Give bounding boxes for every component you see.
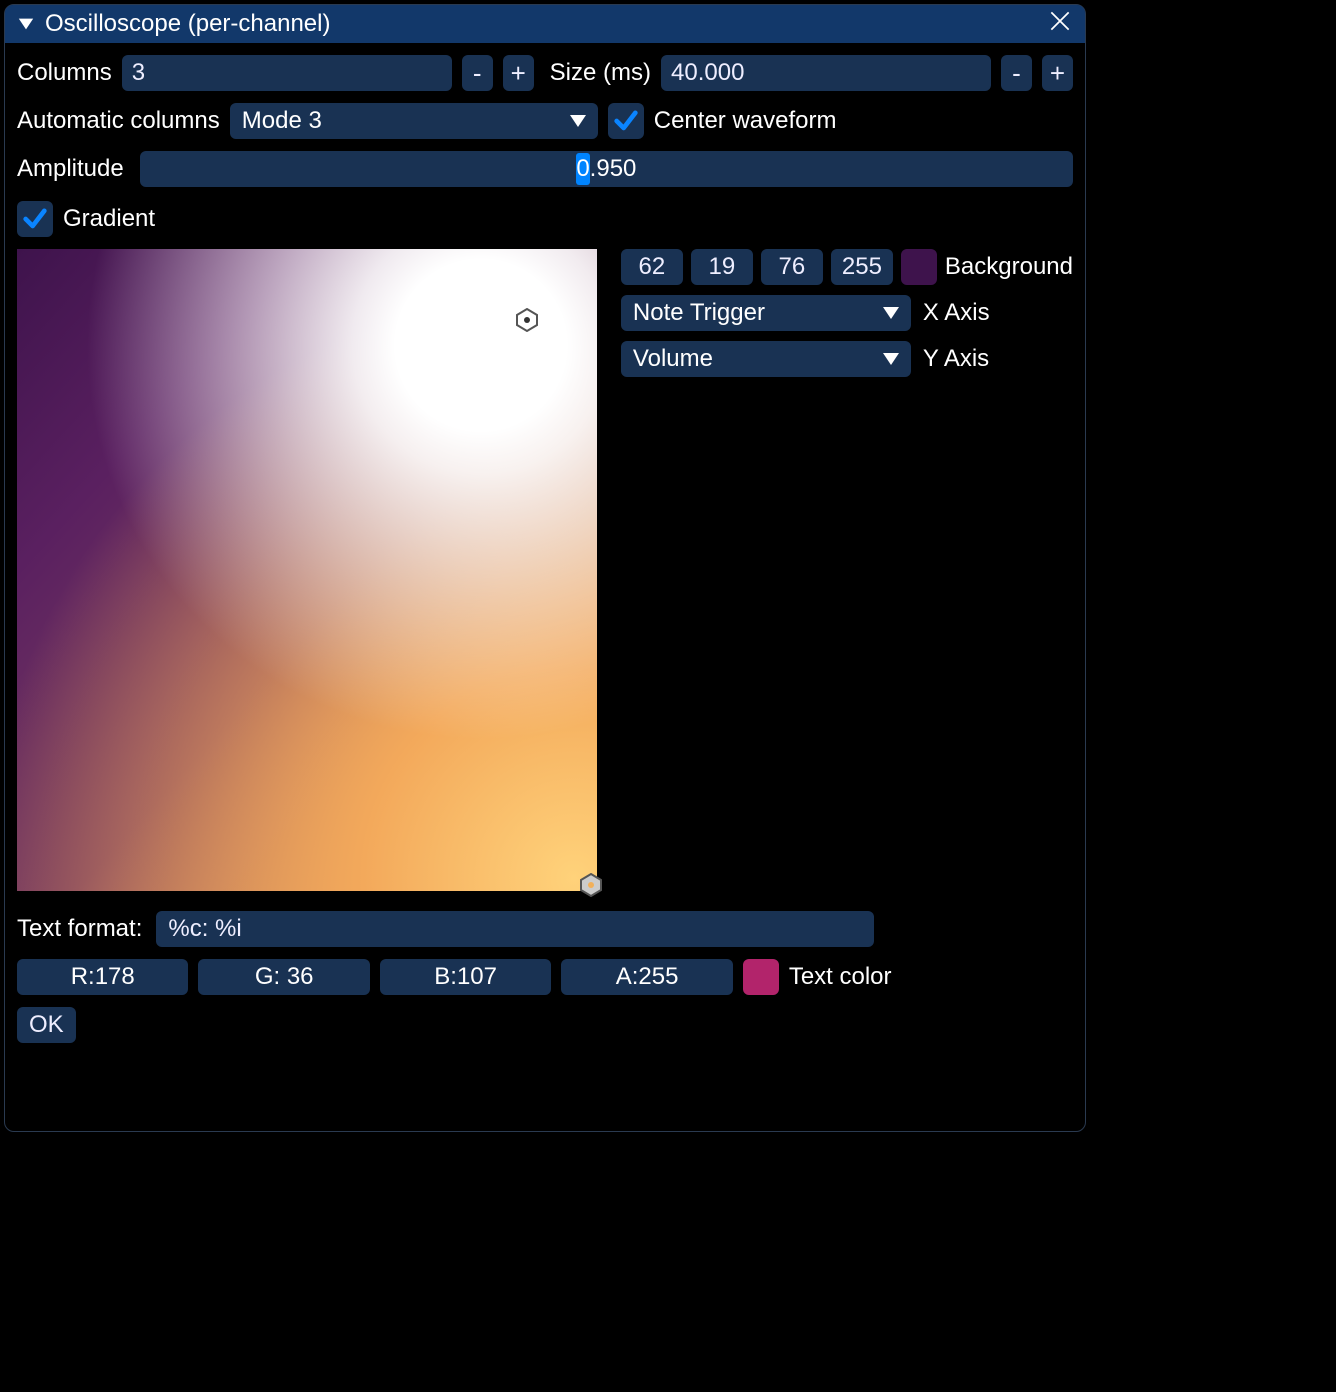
columns-label: Columns [17,59,112,87]
text-color-label: Text color [789,963,892,991]
size-minus-button[interactable]: - [1001,55,1032,91]
background-label: Background [945,253,1073,281]
ok-row: OK [17,1007,1073,1043]
columns-plus-button[interactable]: + [503,55,534,91]
x-axis-label: X Axis [923,299,990,327]
window-title: Oscilloscope (per-channel) [45,10,330,38]
columns-input[interactable] [122,55,452,91]
y-axis-row: Volume Y Axis [621,341,1073,377]
gradient-area: 62 19 76 255 Background Note Trigger X A… [17,249,1073,891]
text-g[interactable]: G: 36 [198,959,369,995]
bg-swatch[interactable] [901,249,937,285]
text-color-swatch[interactable] [743,959,779,995]
bg-g[interactable]: 19 [691,249,753,285]
amplitude-row: Amplitude 0.950 [17,151,1073,187]
gradient-handle-1[interactable] [579,873,603,897]
right-panel: 62 19 76 255 Background Note Trigger X A… [621,249,1073,377]
bg-b[interactable]: 76 [761,249,823,285]
chevron-down-icon [881,303,901,323]
close-icon[interactable] [1047,8,1073,41]
text-color-row: R:178 G: 36 B:107 A:255 Text color [17,959,1073,995]
text-b[interactable]: B:107 [380,959,551,995]
bg-a[interactable]: 255 [831,249,893,285]
columns-minus-button[interactable]: - [462,55,493,91]
chevron-down-icon [568,111,588,131]
ok-button[interactable]: OK [17,1007,76,1043]
amplitude-value: 0.950 [576,155,636,183]
collapse-icon[interactable] [17,15,35,33]
size-label: Size (ms) [550,59,651,87]
oscilloscope-window: Oscilloscope (per-channel) Columns - + S… [4,4,1086,1132]
gradient-handle-0[interactable] [515,308,539,332]
background-rgba-row: 62 19 76 255 Background [621,249,1073,285]
bg-r[interactable]: 62 [621,249,683,285]
x-axis-value: Note Trigger [633,299,765,327]
gradient-label: Gradient [63,205,155,233]
x-axis-row: Note Trigger X Axis [621,295,1073,331]
columns-size-row: Columns - + Size (ms) - + [17,55,1073,91]
text-r[interactable]: R:178 [17,959,188,995]
content: Columns - + Size (ms) - + Automatic colu… [5,43,1085,1055]
center-waveform-checkbox[interactable] [608,103,644,139]
center-waveform-label: Center waveform [654,107,837,135]
gradient-checkbox[interactable] [17,201,53,237]
x-axis-select[interactable]: Note Trigger [621,295,911,331]
size-input[interactable] [661,55,991,91]
auto-columns-row: Automatic columns Mode 3 Center waveform [17,103,1073,139]
gradient-row: Gradient [17,201,1073,237]
y-axis-value: Volume [633,345,713,373]
size-plus-button[interactable]: + [1042,55,1073,91]
chevron-down-icon [881,349,901,369]
titlebar[interactable]: Oscilloscope (per-channel) [5,5,1085,43]
auto-columns-label: Automatic columns [17,107,220,135]
amplitude-slider[interactable]: 0.950 [140,151,1073,187]
text-a[interactable]: A:255 [561,959,732,995]
auto-columns-value: Mode 3 [242,107,322,135]
text-format-input[interactable] [156,911,874,947]
text-format-row: Text format: [17,911,1073,947]
gradient-preview [17,249,597,891]
y-axis-label: Y Axis [923,345,989,373]
y-axis-select[interactable]: Volume [621,341,911,377]
text-format-label: Text format: [17,915,142,943]
auto-columns-select[interactable]: Mode 3 [230,103,598,139]
gradient-picker[interactable] [17,249,597,891]
amplitude-label: Amplitude [17,155,124,183]
